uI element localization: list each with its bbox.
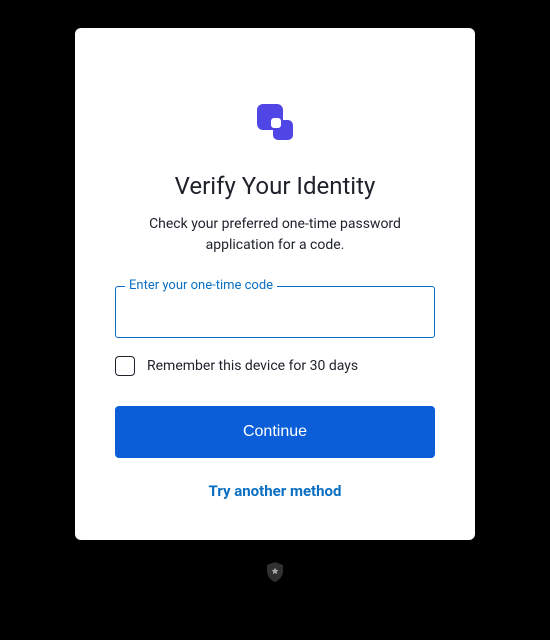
otp-input[interactable] bbox=[115, 286, 435, 338]
mfa-card: Verify Your Identity Check your preferre… bbox=[75, 28, 475, 540]
remember-row: Remember this device for 30 days bbox=[115, 356, 435, 376]
auth0-shield-icon bbox=[266, 562, 284, 582]
page-title: Verify Your Identity bbox=[175, 172, 376, 200]
remember-label: Remember this device for 30 days bbox=[147, 358, 358, 374]
app-logo-icon bbox=[253, 100, 297, 144]
otp-label: Enter your one-time code bbox=[125, 278, 277, 293]
try-another-method-link[interactable]: Try another method bbox=[209, 482, 342, 500]
otp-field-wrap: Enter your one-time code bbox=[115, 286, 435, 338]
page-subtitle: Check your preferred one-time password a… bbox=[125, 214, 425, 256]
remember-checkbox[interactable] bbox=[115, 356, 135, 376]
continue-button[interactable]: Continue bbox=[115, 406, 435, 458]
